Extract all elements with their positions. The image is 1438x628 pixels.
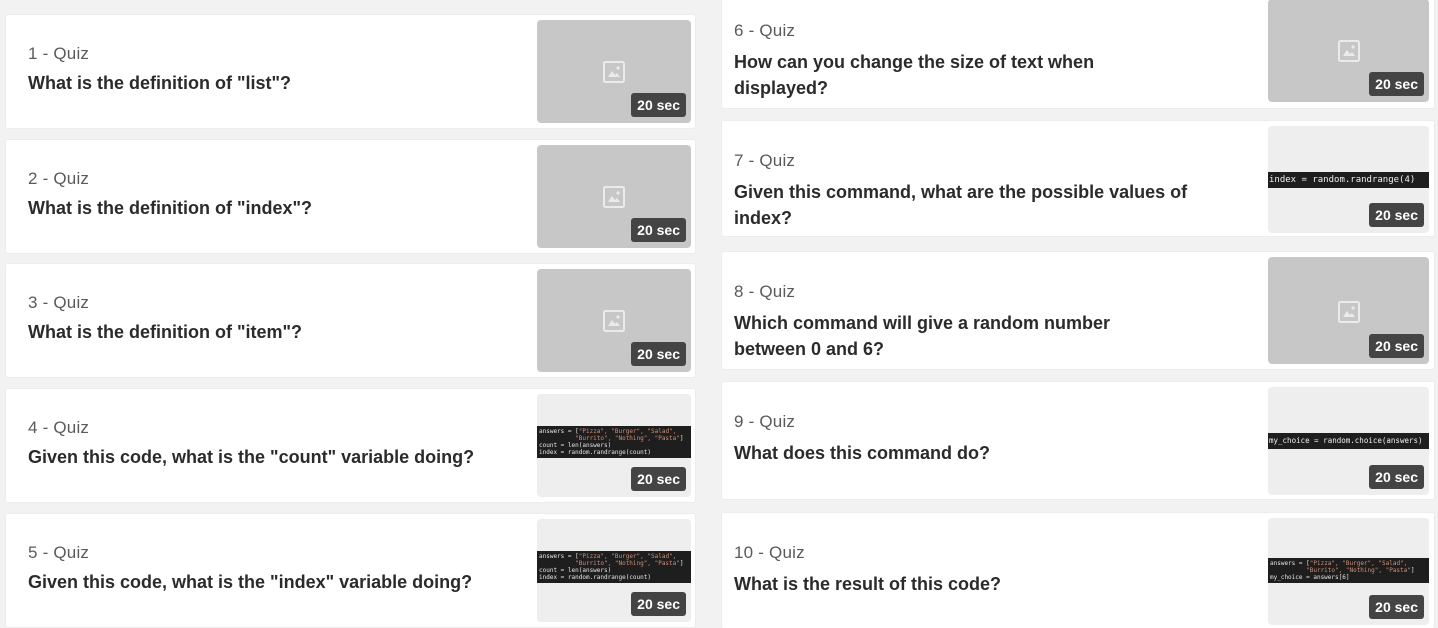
question-card-2[interactable]: 2 - Quiz What is the definition of "inde… xyxy=(6,140,695,253)
question-text: What is the definition of "index"? xyxy=(28,198,313,218)
question-text: Which command will give a random number … xyxy=(734,313,1111,359)
image-placeholder-icon xyxy=(603,186,625,208)
question-card-10[interactable]: 10 - Quiz What is the result of this cod… xyxy=(722,513,1434,628)
duration-badge: 20 sec xyxy=(631,592,686,616)
duration-badge: 20 sec xyxy=(1369,595,1424,619)
duration-badge: 20 sec xyxy=(631,342,686,366)
code-snippet-image: answers = ["Pizza", "Burger", "Salad", "… xyxy=(1268,558,1429,583)
code-snippet-image: my_choice = random.choice(answers) xyxy=(1268,433,1429,449)
question-number-label: 3 - Quiz xyxy=(28,293,90,312)
question-card-4[interactable]: 4 - Quiz Given this code, what is the "c… xyxy=(6,389,695,502)
question-number-label: 9 - Quiz xyxy=(734,412,796,431)
question-card-6[interactable]: 6 - Quiz How can you change the size of … xyxy=(722,0,1434,108)
question-card-1[interactable]: 1 - Quiz What is the definition of "list… xyxy=(6,15,695,128)
image-placeholder-icon xyxy=(1338,40,1360,62)
question-thumbnail: answers = ["Pizza", "Burger", "Salad", "… xyxy=(1268,518,1429,625)
image-placeholder-icon xyxy=(1338,301,1360,323)
duration-badge: 20 sec xyxy=(631,93,686,117)
question-thumbnail: index = random.randrange(4) 20 sec xyxy=(1268,126,1429,233)
duration-badge: 20 sec xyxy=(1369,334,1424,358)
question-text: What is the result of this code? xyxy=(734,574,1002,594)
question-card-7[interactable]: 7 - Quiz Given this command, what are th… xyxy=(722,121,1434,236)
question-number-label: 7 - Quiz xyxy=(734,151,796,170)
question-card-8[interactable]: 8 - Quiz Which command will give a rando… xyxy=(722,252,1434,369)
question-thumbnail: my_choice = random.choice(answers) 20 se… xyxy=(1268,387,1429,495)
image-placeholder-icon xyxy=(603,61,625,83)
question-thumbnail: 20 sec xyxy=(1268,0,1429,102)
question-text: What is the definition of "item"? xyxy=(28,322,303,342)
duration-badge: 20 sec xyxy=(1369,72,1424,96)
question-number-label: 10 - Quiz xyxy=(734,543,805,562)
image-placeholder-icon xyxy=(603,310,625,332)
question-text: What does this command do? xyxy=(734,443,991,463)
question-thumbnail: 20 sec xyxy=(1268,257,1429,364)
code-snippet-image: answers = ["Pizza", "Burger", "Salad", "… xyxy=(537,551,691,583)
question-card-5[interactable]: 5 - Quiz Given this code, what is the "i… xyxy=(6,514,695,627)
question-thumbnail: answers = ["Pizza", "Burger", "Salad", "… xyxy=(537,519,691,622)
question-number-label: 8 - Quiz xyxy=(734,282,796,301)
question-number-label: 1 - Quiz xyxy=(28,44,90,63)
question-text: What is the definition of "list"? xyxy=(28,73,292,93)
duration-badge: 20 sec xyxy=(1369,203,1424,227)
code-snippet-image: index = random.randrange(4) xyxy=(1268,172,1429,188)
question-thumbnail: answers = ["Pizza", "Burger", "Salad", "… xyxy=(537,394,691,497)
question-thumbnail: 20 sec xyxy=(537,20,691,123)
question-text: Given this code, what is the "index" var… xyxy=(28,572,473,592)
question-card-3[interactable]: 3 - Quiz What is the definition of "item… xyxy=(6,264,695,377)
question-text: How can you change the size of text when… xyxy=(734,52,1095,98)
question-number-label: 5 - Quiz xyxy=(28,543,90,562)
duration-badge: 20 sec xyxy=(631,218,686,242)
question-thumbnail: 20 sec xyxy=(537,269,691,372)
question-thumbnail: 20 sec xyxy=(537,145,691,248)
question-text: Given this code, what is the "count" var… xyxy=(28,447,475,467)
question-number-label: 2 - Quiz xyxy=(28,169,90,188)
question-card-9[interactable]: 9 - Quiz What does this command do? my_c… xyxy=(722,382,1434,499)
code-snippet-image: answers = ["Pizza", "Burger", "Salad", "… xyxy=(537,426,691,458)
question-number-label: 4 - Quiz xyxy=(28,418,90,437)
duration-badge: 20 sec xyxy=(631,467,686,491)
question-text: Given this command, what are the possibl… xyxy=(734,182,1188,228)
duration-badge: 20 sec xyxy=(1369,465,1424,489)
question-number-label: 6 - Quiz xyxy=(734,21,796,40)
